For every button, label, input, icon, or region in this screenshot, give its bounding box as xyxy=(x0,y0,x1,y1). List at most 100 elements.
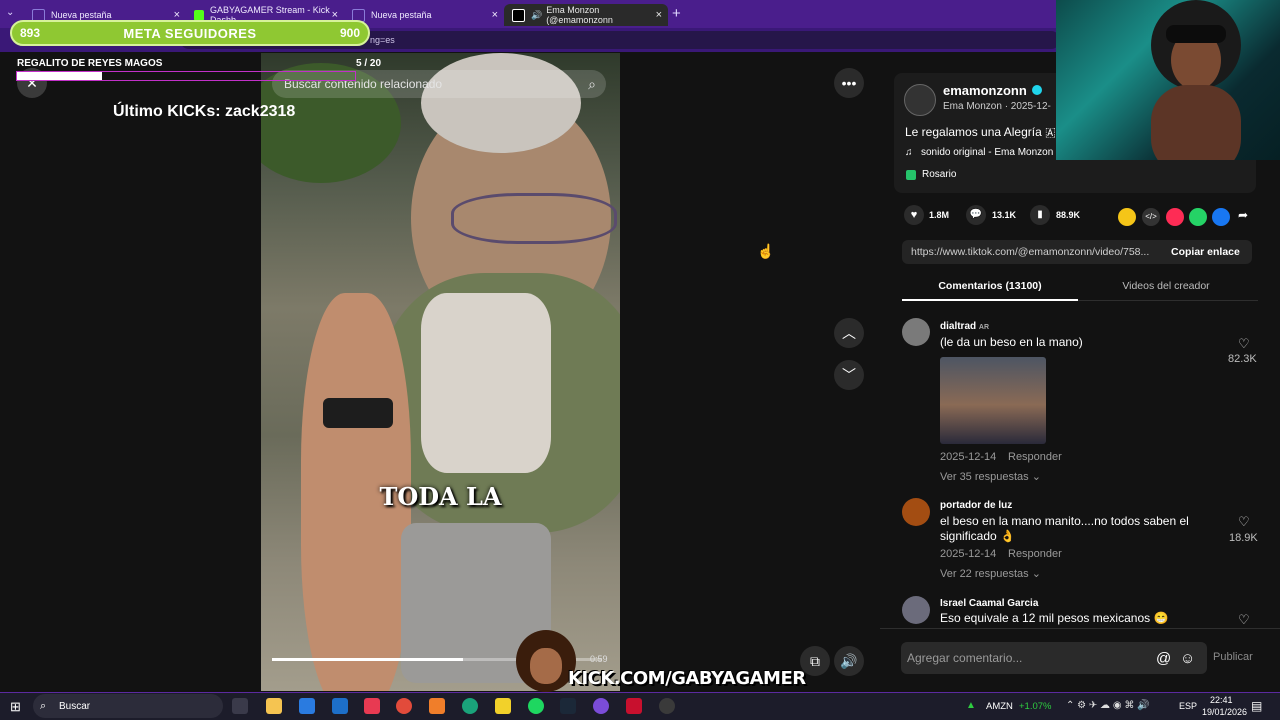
comment-date: 2025-12-14 xyxy=(940,451,997,463)
like-count: 1.8M xyxy=(929,210,950,220)
tab-3[interactable]: Nueva pestaña × xyxy=(344,4,504,26)
comment-text: (le da un beso en la mano) xyxy=(940,335,1083,349)
facebook-icon[interactable] xyxy=(1212,208,1230,226)
reply-button[interactable]: Responder xyxy=(1008,451,1062,463)
chrome-icon[interactable] xyxy=(396,698,412,714)
video-backdrop-left xyxy=(0,53,261,691)
heart-icon[interactable]: ♡ xyxy=(1238,612,1250,628)
new-tab-button[interactable]: + xyxy=(672,5,681,22)
tab-label: Nueva pestaña xyxy=(371,10,432,20)
game-icon[interactable] xyxy=(626,698,642,714)
tab-comments[interactable]: Comentarios (13100) xyxy=(902,280,1078,292)
headset xyxy=(1166,25,1226,43)
spotify-icon[interactable] xyxy=(528,698,544,714)
creator-display-name: Ema Monzon · 2025-12- xyxy=(943,101,1051,112)
tab-creator-videos[interactable]: Videos del creador xyxy=(1078,280,1254,292)
save-button[interactable]: ▮ xyxy=(1030,205,1050,225)
location-label[interactable]: Rosario xyxy=(922,169,956,180)
steam-icon[interactable] xyxy=(560,698,576,714)
heart-icon: ♥ xyxy=(910,209,918,221)
view-replies-button[interactable]: Ver 35 respuestas ⌄ xyxy=(940,470,1041,483)
more-options-button[interactable]: ••• xyxy=(834,68,864,98)
notes-icon[interactable] xyxy=(495,698,511,714)
gift-goal-fill xyxy=(17,72,102,80)
volume-button[interactable]: 🔊 xyxy=(834,646,864,676)
scarf xyxy=(421,293,551,473)
tray-icons[interactable]: ⌃ ⚙ ✈ ☁ ◉ ⌘ 🔊 xyxy=(1066,700,1150,711)
repost-icon[interactable] xyxy=(1118,208,1136,226)
comment-likes: 82.3K xyxy=(1228,353,1257,365)
stock-ticker[interactable]: AMZN xyxy=(986,701,1013,712)
comment-author[interactable]: Israel Caamal Garcia xyxy=(940,598,1038,609)
tab-label: Ema Monzon (@emamonzonn xyxy=(546,5,613,25)
copy-link-button[interactable]: Copiar enlace xyxy=(1171,246,1240,258)
clock-time[interactable]: 22:41 xyxy=(1210,695,1233,705)
kick-channel-logo: KICK.COM/GABYAGAMER xyxy=(568,668,806,689)
tiktok-icon xyxy=(512,8,525,22)
streamer-body xyxy=(1151,85,1241,160)
last-kicks-label: Último KICKs: zack2318 xyxy=(113,103,296,120)
embed-icon[interactable]: </> xyxy=(1142,208,1160,226)
avatar[interactable] xyxy=(902,318,930,346)
previous-video-button[interactable]: ︿ xyxy=(834,318,864,348)
follower-goal-widget: 893 META SEGUIDORES 900 xyxy=(10,20,370,46)
edge-icon[interactable] xyxy=(462,698,478,714)
creator-username[interactable]: emamonzonn xyxy=(943,83,1027,98)
mention-icon[interactable]: @ xyxy=(1156,650,1171,667)
send-icon[interactable] xyxy=(1166,208,1184,226)
publish-button[interactable]: Publicar xyxy=(1213,651,1253,663)
divider xyxy=(880,628,1280,629)
windows-start-icon[interactable]: ⊞ xyxy=(10,699,21,715)
avatar[interactable] xyxy=(902,596,930,624)
view-replies-button[interactable]: Ver 22 respuestas ⌄ xyxy=(940,567,1041,580)
glasses xyxy=(451,193,617,244)
comment-author[interactable]: portador de luz xyxy=(940,500,1012,511)
app-icon[interactable] xyxy=(429,698,445,714)
heart-icon[interactable]: ♡ xyxy=(1238,336,1250,352)
comment-image[interactable] xyxy=(940,357,1046,444)
comment-author[interactable]: dialtrad AR xyxy=(940,321,989,332)
heart-icon[interactable]: ♡ xyxy=(1238,514,1250,530)
app-icon[interactable] xyxy=(659,698,675,714)
creator-avatar[interactable] xyxy=(904,84,936,116)
goal-end: 900 xyxy=(339,26,360,40)
next-video-button[interactable]: ﹀ xyxy=(834,360,864,390)
whatsapp-icon[interactable] xyxy=(1189,208,1207,226)
pip-icon: ⧉ xyxy=(810,652,820,669)
tab-list-chevron-icon[interactable]: ⌄ xyxy=(6,7,14,18)
tab-active-tiktok[interactable]: 🔊 Ema Monzon (@emamonzonn × xyxy=(504,4,668,26)
video-player[interactable] xyxy=(261,53,620,691)
comment-date: 2025-12-14 xyxy=(940,548,997,560)
hair xyxy=(421,53,581,153)
search-icon[interactable]: ⌕ xyxy=(588,70,596,98)
clock-date[interactable]: 19/01/2026 xyxy=(1202,707,1247,717)
comment-text: Eso equivale a 12 mil pesos mexicanos 😁 xyxy=(940,611,1169,625)
video-link[interactable]: https://www.tiktok.com/@emamonzonn/video… xyxy=(911,246,1161,258)
like-button[interactable]: ♥ xyxy=(904,205,924,225)
comment-button[interactable]: 💬 xyxy=(966,205,986,225)
country-badge: AR xyxy=(978,324,990,331)
share-arrow-icon[interactable]: ➦ xyxy=(1238,208,1248,222)
notification-icon[interactable]: ▤ xyxy=(1251,699,1262,713)
mail-icon[interactable] xyxy=(332,698,348,714)
music-icon[interactable] xyxy=(364,698,380,714)
sound-link[interactable]: sonido original - Ema Monzon xyxy=(921,147,1053,158)
goal-start: 893 xyxy=(20,26,41,40)
tab-label: Nueva pestaña xyxy=(51,10,112,20)
reply-button[interactable]: Responder xyxy=(1008,548,1062,560)
obs-icon[interactable] xyxy=(593,698,609,714)
task-view-icon[interactable] xyxy=(232,698,248,714)
gift-goal-label: REGALITO DE REYES MAGOS xyxy=(17,58,163,69)
language-indicator[interactable]: ESP xyxy=(1179,701,1197,711)
avatar[interactable] xyxy=(902,498,930,526)
chevron-down-icon: ﹀ xyxy=(842,367,856,383)
emoji-icon[interactable]: ☺ xyxy=(1180,650,1195,667)
goal-title: META SEGUIDORES xyxy=(123,25,257,41)
file-explorer-icon[interactable] xyxy=(266,698,282,714)
comment-count: 13.1K xyxy=(992,210,1017,220)
store-icon[interactable] xyxy=(299,698,315,714)
close-icon[interactable]: × xyxy=(656,9,662,21)
more-icon: ••• xyxy=(841,75,857,91)
gift-goal-count: 5 / 20 xyxy=(356,58,382,69)
close-icon[interactable]: × xyxy=(492,9,498,21)
